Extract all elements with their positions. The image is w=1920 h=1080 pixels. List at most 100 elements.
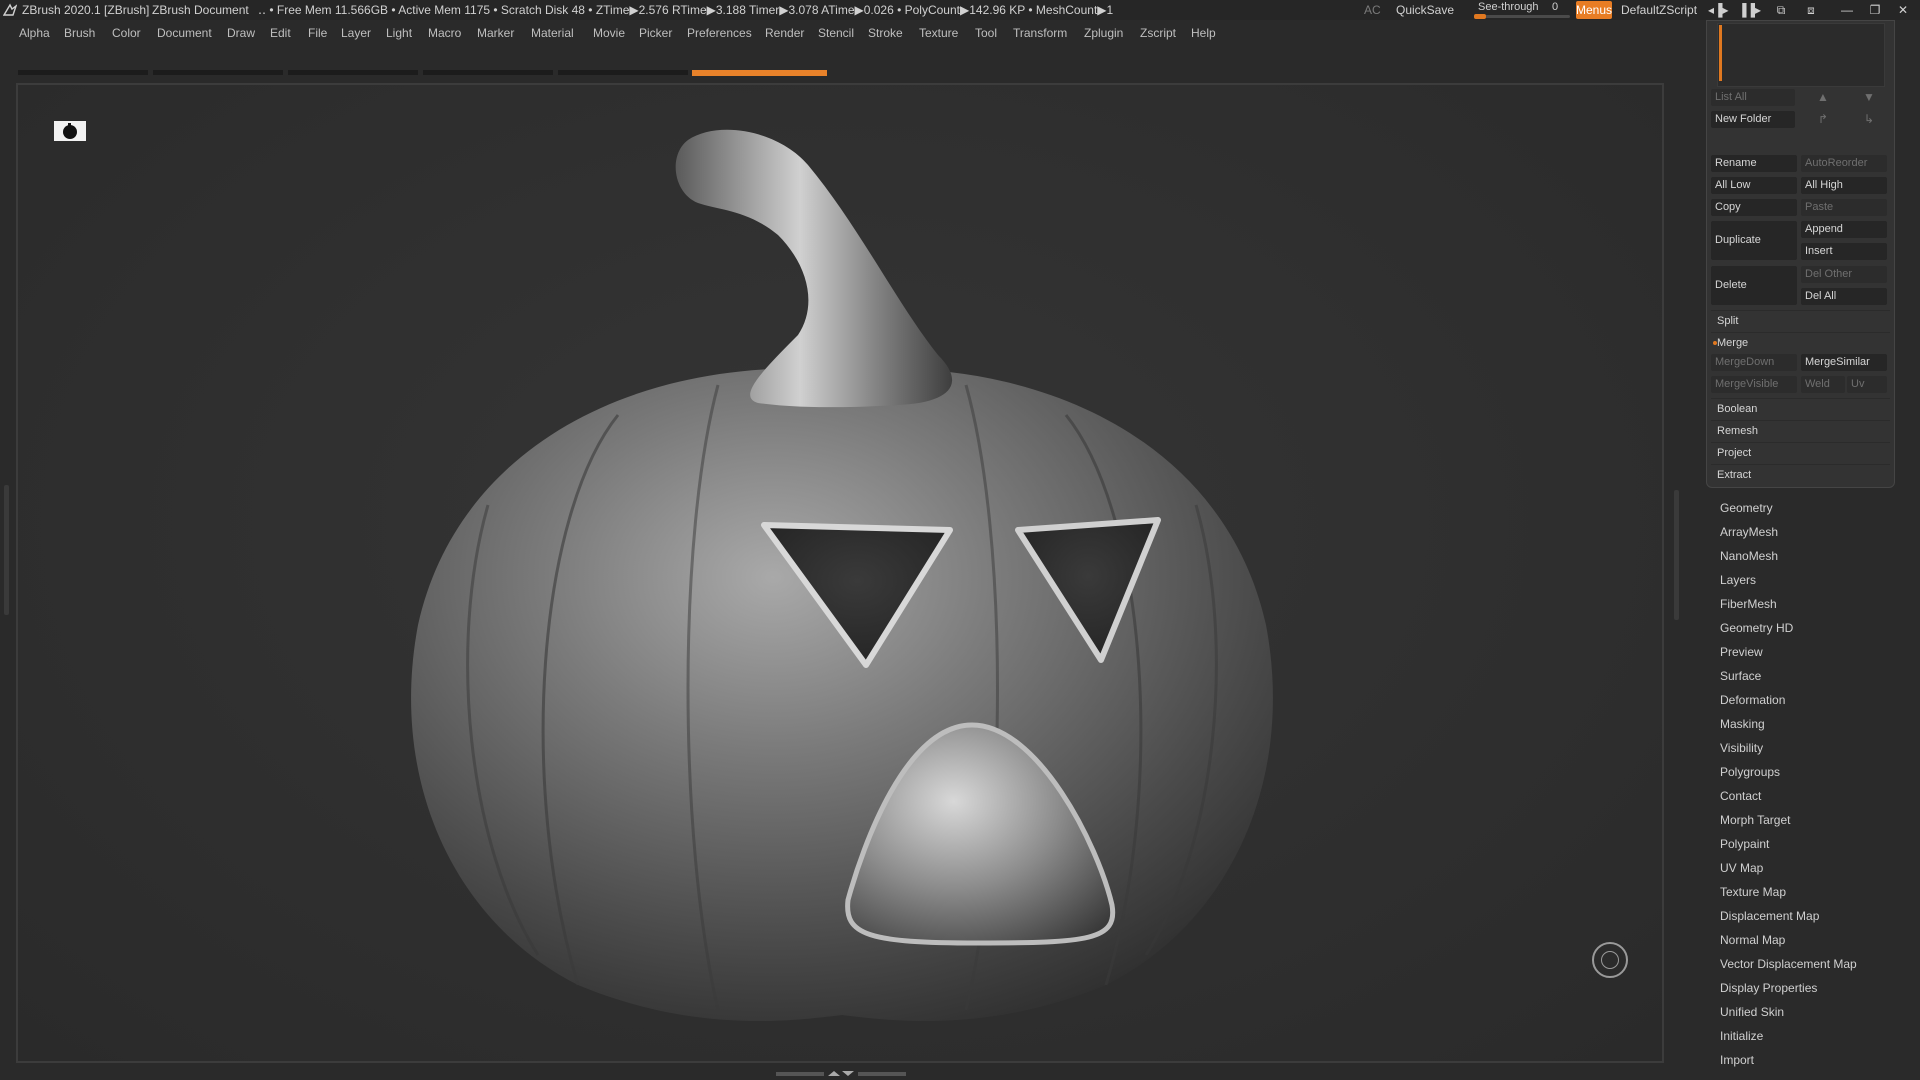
window-layout-icon[interactable]: ⧉ xyxy=(1772,2,1790,18)
all-high-button[interactable]: All High xyxy=(1801,177,1887,194)
insert-button[interactable]: Insert xyxy=(1801,243,1887,260)
menu-zplugin[interactable]: Zplugin xyxy=(1084,22,1123,44)
subpalette-texture-map[interactable]: Texture Map xyxy=(1720,880,1910,904)
restore-icon[interactable]: ❐ xyxy=(1866,2,1884,18)
remesh-section[interactable]: Remesh xyxy=(1711,420,1890,440)
menu-render[interactable]: Render xyxy=(765,22,804,44)
menu-alpha[interactable]: Alpha xyxy=(19,22,50,44)
menu-stroke[interactable]: Stroke xyxy=(868,22,903,44)
ac-label[interactable]: AC xyxy=(1364,0,1381,20)
menu-material[interactable]: Material xyxy=(531,22,574,44)
menu-file[interactable]: File xyxy=(308,22,327,44)
project-section[interactable]: Project xyxy=(1711,442,1890,462)
subpalette-polypaint[interactable]: Polypaint xyxy=(1720,832,1910,856)
subtool-list-preview[interactable] xyxy=(1717,23,1885,87)
menu-macro[interactable]: Macro xyxy=(428,22,461,44)
active-doc-tab[interactable] xyxy=(692,70,827,76)
subpalette-surface[interactable]: Surface xyxy=(1720,664,1910,688)
quicksave-button[interactable]: QuickSave xyxy=(1396,0,1454,20)
close-icon[interactable]: ✕ xyxy=(1894,2,1912,18)
merge-down-button[interactable]: MergeDown xyxy=(1711,354,1797,371)
right-tray-handle[interactable] xyxy=(1674,490,1679,620)
folder-redo-icon[interactable]: ↱ xyxy=(1803,111,1843,128)
menu-transform[interactable]: Transform xyxy=(1013,22,1067,44)
pumpkin-mesh[interactable] xyxy=(18,85,1664,1063)
subpalette-visibility[interactable]: Visibility xyxy=(1720,736,1910,760)
menu-edit[interactable]: Edit xyxy=(270,22,291,44)
window-swap-icon[interactable]: ⧈ xyxy=(1802,2,1820,18)
merge-section[interactable]: Merge xyxy=(1711,332,1890,352)
menu-document[interactable]: Document xyxy=(157,22,212,44)
doc-tab[interactable] xyxy=(153,70,283,75)
menu-light[interactable]: Light xyxy=(386,22,412,44)
layout-toggle-icon[interactable]: ◂▐▸ xyxy=(1708,2,1729,18)
subpalette-uv-map[interactable]: UV Map xyxy=(1720,856,1910,880)
extract-section[interactable]: Extract xyxy=(1711,464,1890,484)
subpalette-nanomesh[interactable]: NanoMesh xyxy=(1720,544,1910,568)
subpalette-geometry[interactable]: Geometry xyxy=(1720,496,1910,520)
minimize-icon[interactable]: — xyxy=(1838,2,1856,18)
menu-layer[interactable]: Layer xyxy=(341,22,371,44)
subpalette-layers[interactable]: Layers xyxy=(1720,568,1910,592)
subpalette-arraymesh[interactable]: ArrayMesh xyxy=(1720,520,1910,544)
menu-help[interactable]: Help xyxy=(1191,22,1216,44)
duplicate-button[interactable]: Duplicate xyxy=(1711,221,1797,260)
rename-button[interactable]: Rename xyxy=(1711,155,1797,172)
subpalette-unified-skin[interactable]: Unified Skin xyxy=(1720,1000,1910,1024)
menu-texture[interactable]: Texture xyxy=(919,22,958,44)
merge-similar-button[interactable]: MergeSimilar xyxy=(1801,354,1887,371)
subpalette-morph-target[interactable]: Morph Target xyxy=(1720,808,1910,832)
del-all-button[interactable]: Del All xyxy=(1801,288,1887,305)
menu-draw[interactable]: Draw xyxy=(227,22,255,44)
subpalette-fibermesh[interactable]: FiberMesh xyxy=(1720,592,1910,616)
menu-brush[interactable]: Brush xyxy=(64,22,95,44)
subpalette-polygroups[interactable]: Polygroups xyxy=(1720,760,1910,784)
move-down-icon[interactable]: ▼ xyxy=(1849,89,1889,106)
doc-tab[interactable] xyxy=(288,70,418,75)
doc-tab[interactable] xyxy=(18,70,148,75)
navigation-gizmo-icon[interactable] xyxy=(1592,942,1628,978)
subpalette-display-properties[interactable]: Display Properties xyxy=(1720,976,1910,1000)
subpalette-initialize[interactable]: Initialize xyxy=(1720,1024,1910,1048)
menu-picker[interactable]: Picker xyxy=(639,22,672,44)
subpalette-masking[interactable]: Masking xyxy=(1720,712,1910,736)
uv-toggle[interactable]: Uv xyxy=(1847,376,1887,393)
folder-undo-icon[interactable]: ↳ xyxy=(1849,111,1889,128)
list-all-button[interactable]: List All xyxy=(1711,89,1795,106)
split-section[interactable]: Split xyxy=(1711,310,1890,330)
menu-movie[interactable]: Movie xyxy=(593,22,625,44)
move-up-icon[interactable]: ▲ xyxy=(1803,89,1843,106)
menu-stencil[interactable]: Stencil xyxy=(818,22,854,44)
boolean-section[interactable]: Boolean xyxy=(1711,398,1890,418)
left-tray-handle[interactable] xyxy=(4,485,9,615)
subpalette-displacement-map[interactable]: Displacement Map xyxy=(1720,904,1910,928)
doc-tab[interactable] xyxy=(423,70,553,75)
zbrush-logo-icon[interactable] xyxy=(3,3,17,17)
see-through-slider[interactable] xyxy=(1474,15,1570,18)
append-button[interactable]: Append xyxy=(1801,221,1887,238)
subpalette-import[interactable]: Import xyxy=(1720,1048,1910,1072)
bottom-tray-handle[interactable] xyxy=(776,1070,906,1078)
menus-button[interactable]: Menus xyxy=(1576,1,1612,19)
all-low-button[interactable]: All Low xyxy=(1711,177,1797,194)
default-zscript-button[interactable]: DefaultZScript xyxy=(1621,0,1697,20)
layout-width-icon[interactable]: ▐▐▸ xyxy=(1738,2,1761,18)
subpalette-preview[interactable]: Preview xyxy=(1720,640,1910,664)
doc-tab[interactable] xyxy=(558,70,688,75)
menu-color[interactable]: Color xyxy=(112,22,141,44)
merge-visible-button[interactable]: MergeVisible xyxy=(1711,376,1797,393)
auto-reorder-button[interactable]: AutoReorder xyxy=(1801,155,1887,172)
document-canvas[interactable] xyxy=(16,83,1664,1063)
weld-toggle[interactable]: Weld xyxy=(1801,376,1845,393)
subpalette-vector-displacement-map[interactable]: Vector Displacement Map xyxy=(1720,952,1910,976)
menu-preferences[interactable]: Preferences xyxy=(687,22,752,44)
subpalette-geometry-hd[interactable]: Geometry HD xyxy=(1720,616,1910,640)
new-folder-button[interactable]: New Folder xyxy=(1711,111,1795,128)
menu-zscript[interactable]: Zscript xyxy=(1140,22,1176,44)
subpalette-contact[interactable]: Contact xyxy=(1720,784,1910,808)
menu-tool[interactable]: Tool xyxy=(975,22,997,44)
subpalette-normal-map[interactable]: Normal Map xyxy=(1720,928,1910,952)
paste-button[interactable]: Paste xyxy=(1801,199,1887,216)
menu-marker[interactable]: Marker xyxy=(477,22,514,44)
subpalette-deformation[interactable]: Deformation xyxy=(1720,688,1910,712)
